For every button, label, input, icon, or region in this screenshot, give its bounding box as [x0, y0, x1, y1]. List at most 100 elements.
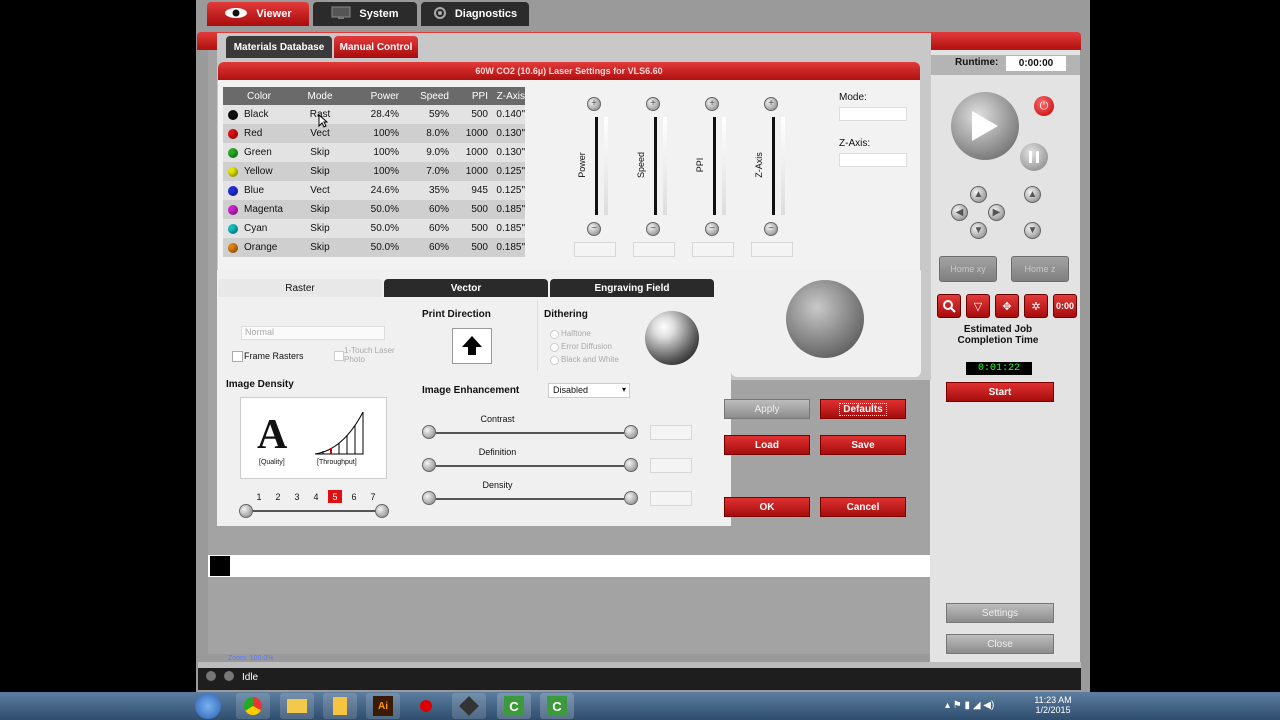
power-cell[interactable]: 24.6%	[345, 185, 399, 196]
pause-button[interactable]	[1020, 143, 1048, 171]
zaxis-decrease-icon[interactable]: −	[764, 222, 778, 236]
tab-viewer[interactable]: Viewer	[207, 2, 309, 26]
one-touch-checkbox[interactable]	[334, 351, 344, 361]
table-row[interactable]: Blue Vect 24.6% 35% 945 0.125"	[223, 181, 525, 200]
density-slider-track[interactable]	[436, 498, 624, 500]
density-option[interactable]: 4	[309, 490, 323, 503]
mode-cell[interactable]: Skip	[295, 204, 345, 215]
ppi-increase-icon[interactable]: +	[705, 97, 719, 111]
mode-cell[interactable]: Skip	[295, 166, 345, 177]
speed-slider-track[interactable]	[654, 117, 657, 215]
zaxis-cell[interactable]: 0.130"	[488, 147, 525, 158]
home-z-button[interactable]: Home z	[1011, 256, 1069, 282]
clock-icon[interactable]: 0:00	[1053, 294, 1077, 318]
mode-cell[interactable]: Skip	[295, 242, 345, 253]
estimate-icon[interactable]: ✲	[1024, 294, 1048, 318]
speed-cell[interactable]: 8.0%	[399, 128, 449, 139]
mode-cell[interactable]: Vect	[295, 185, 345, 196]
load-button[interactable]: Load	[724, 435, 810, 455]
definition-left-knob[interactable]	[422, 458, 436, 472]
power-cell[interactable]: 100%	[345, 166, 399, 177]
home-xy-button[interactable]: Home xy	[939, 256, 997, 282]
apply-button[interactable]: Apply	[724, 399, 810, 419]
ppi-decrease-icon[interactable]: −	[705, 222, 719, 236]
zaxis-cell[interactable]: 0.130"	[488, 128, 525, 139]
ppi-cell[interactable]: 500	[449, 223, 488, 234]
jog-right-icon[interactable]: ▶	[988, 204, 1005, 221]
move-icon[interactable]: ✥	[995, 294, 1019, 318]
definition-value-box[interactable]	[650, 458, 692, 473]
contrast-slider-track[interactable]	[436, 432, 624, 434]
speed-cell[interactable]: 35%	[399, 185, 449, 196]
tab-vector[interactable]: Vector	[384, 279, 548, 297]
z-up-icon[interactable]: ▲	[1024, 186, 1041, 203]
density-slider-right-knob[interactable]	[375, 504, 389, 518]
jog-up-icon[interactable]: ▲	[970, 186, 987, 203]
center-dial-icon[interactable]	[786, 280, 864, 358]
speed-cell[interactable]: 59%	[399, 109, 449, 120]
table-row[interactable]: Black Rast 28.4% 59% 500 0.140"	[223, 105, 525, 124]
jog-left-icon[interactable]: ◀	[951, 204, 968, 221]
power-increase-icon[interactable]: +	[587, 97, 601, 111]
density-option[interactable]: 6	[347, 490, 361, 503]
chrome-icon[interactable]	[236, 693, 270, 719]
density-option[interactable]: 3	[290, 490, 304, 503]
folder-icon[interactable]	[280, 693, 314, 719]
power-cell[interactable]: 50.0%	[345, 242, 399, 253]
cancel-button[interactable]: Cancel	[820, 497, 906, 517]
zoom-icon[interactable]	[937, 294, 961, 318]
density-option[interactable]: 7	[366, 490, 380, 503]
mode-cell[interactable]: Skip	[295, 147, 345, 158]
tab-system[interactable]: System	[313, 2, 417, 26]
files-icon[interactable]	[323, 693, 357, 719]
table-row[interactable]: Green Skip 100% 9.0% 1000 0.130"	[223, 143, 525, 162]
power-slider-track[interactable]	[595, 117, 598, 215]
power-cell[interactable]: 28.4%	[345, 109, 399, 120]
defaults-button[interactable]: Defaults	[820, 399, 906, 419]
dither-radio[interactable]	[550, 343, 559, 352]
zaxis-slider-track[interactable]	[772, 117, 775, 215]
illustrator-icon[interactable]: Ai	[366, 693, 400, 719]
speed-cell[interactable]: 60%	[399, 242, 449, 253]
power-value-box[interactable]	[574, 242, 616, 257]
speed-decrease-icon[interactable]: −	[646, 222, 660, 236]
play-button[interactable]	[951, 92, 1019, 160]
power-icon[interactable]: ⏻	[1034, 96, 1054, 116]
z-down-icon[interactable]: ▼	[1024, 222, 1041, 239]
print-direction-button[interactable]	[452, 328, 492, 364]
table-row[interactable]: Red Vect 100% 8.0% 1000 0.130"	[223, 124, 525, 143]
definition-right-knob[interactable]	[624, 458, 638, 472]
density-option[interactable]: 5	[328, 490, 342, 503]
app-diamond-icon[interactable]	[452, 693, 486, 719]
tray-icons[interactable]: ▴ ⚑ ▮ ◢ ◀)	[945, 700, 994, 711]
table-row[interactable]: Orange Skip 50.0% 60% 500 0.185"	[223, 238, 525, 257]
tab-engraving-field[interactable]: Engraving Field	[550, 279, 714, 297]
tab-raster[interactable]: Raster	[218, 279, 382, 297]
frame-rasters-checkbox[interactable]	[232, 351, 243, 362]
zaxis-value-box[interactable]	[751, 242, 793, 257]
image-enhancement-select[interactable]: Disabled ▾	[548, 383, 630, 398]
zaxis-cell[interactable]: 0.140"	[488, 109, 525, 120]
ppi-cell[interactable]: 500	[449, 109, 488, 120]
zaxis-cell[interactable]: 0.185"	[488, 223, 525, 234]
contrast-left-knob[interactable]	[422, 425, 436, 439]
tab-manual-control[interactable]: Manual Control	[334, 36, 418, 58]
close-button[interactable]: Close	[946, 634, 1054, 654]
laser-app-icon[interactable]	[409, 693, 443, 719]
table-row[interactable]: Magenta Skip 50.0% 60% 500 0.185"	[223, 200, 525, 219]
density-right-knob[interactable]	[624, 491, 638, 505]
focus-icon[interactable]: ▽	[966, 294, 990, 318]
table-row[interactable]: Yellow Skip 100% 7.0% 1000 0.125"	[223, 162, 525, 181]
contrast-right-knob[interactable]	[624, 425, 638, 439]
tab-materials-database[interactable]: Materials Database	[226, 36, 332, 58]
ppi-slider-track[interactable]	[713, 117, 716, 215]
mode-select[interactable]	[839, 107, 907, 121]
raster-mode-select[interactable]: Normal	[241, 326, 385, 340]
zaxis-cell[interactable]: 0.185"	[488, 204, 525, 215]
contrast-value-box[interactable]	[650, 425, 692, 440]
density-slider-track[interactable]	[248, 510, 380, 512]
ppi-cell[interactable]: 1000	[449, 147, 488, 158]
dither-radio[interactable]	[550, 356, 559, 365]
clock[interactable]: 11:23 AM 1/2/2015	[1030, 695, 1076, 715]
zaxis-increase-icon[interactable]: +	[764, 97, 778, 111]
